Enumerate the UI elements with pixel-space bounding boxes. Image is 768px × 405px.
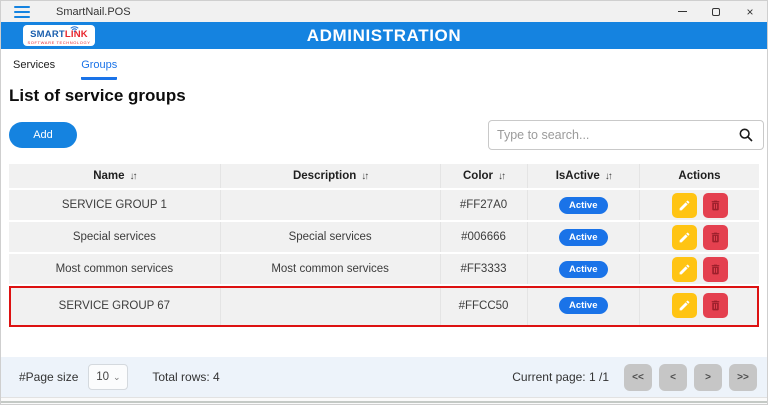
page-title: ADMINISTRATION [306, 25, 462, 45]
cell-name: SERVICE GROUP 67 [58, 299, 171, 312]
pencil-icon [679, 232, 689, 242]
pagination-footer: #Page size 10 ⌄ Total rows: 4 Current pa… [1, 357, 767, 397]
maximize-icon [712, 7, 720, 16]
cell-description: Most common services [219, 254, 440, 284]
cell-isactive: Active [526, 222, 640, 252]
tab-bar: Services Groups [1, 49, 767, 80]
column-header-isactive[interactable]: IsActive ↓↑ [526, 164, 640, 188]
cell-actions [639, 190, 759, 220]
active-badge: Active [558, 260, 608, 278]
column-header-color[interactable]: Color ↓↑ [439, 164, 527, 188]
logo-text: SMARTLINK [30, 28, 88, 40]
page-size-label: #Page size [19, 370, 79, 384]
search-icon [739, 128, 753, 142]
cell-name: Most common services [55, 263, 174, 275]
next-page-button[interactable]: > [694, 363, 722, 391]
app-header: SMARTLINK SOFTWARE TECHNOLOGY ADMINISTRA… [1, 22, 767, 49]
close-icon: × [746, 4, 754, 19]
delete-button[interactable] [702, 256, 728, 282]
cell-actions [639, 286, 759, 325]
cell-color: #FF3333 [439, 254, 527, 284]
page-size-select[interactable]: 10 ⌄ [88, 364, 129, 390]
pencil-icon [679, 200, 689, 210]
delete-button[interactable] [702, 192, 728, 218]
table-row[interactable]: Special services Special services #006666 A… [9, 222, 759, 254]
sort-icon: ↓↑ [361, 170, 369, 182]
cell-color: #FFCC50 [439, 286, 527, 325]
active-badge: Active [558, 297, 608, 314]
trash-icon [711, 232, 719, 242]
cell-isactive: Active [526, 286, 640, 325]
edit-button[interactable] [671, 256, 697, 282]
window-title: SmartNail.POS [56, 5, 131, 18]
service-groups-table: Name ↓↑ Description ↓↑ Color ↓↑ IsActive ↓↑ … [9, 164, 759, 327]
trash-icon [711, 300, 719, 311]
last-page-button[interactable]: >> [729, 363, 757, 391]
add-button[interactable]: Add [9, 122, 77, 148]
title-bar: SmartNail.POS × [1, 1, 767, 22]
search-input[interactable] [489, 128, 729, 142]
column-header-name[interactable]: Name ↓↑ [9, 164, 220, 188]
column-header-description[interactable]: Description ↓↑ [219, 164, 440, 188]
tab-services[interactable]: Services [13, 59, 55, 80]
edit-button[interactable] [671, 293, 697, 318]
table-row[interactable]: SERVICE GROUP 67 #FFCC50 Active [9, 286, 759, 327]
trash-icon [711, 200, 719, 210]
first-page-button[interactable]: << [624, 363, 652, 391]
minimize-button[interactable] [665, 1, 699, 22]
edit-button[interactable] [671, 224, 697, 250]
cell-name: SERVICE GROUP 1 [61, 199, 167, 211]
cell-color: #FF27A0 [439, 190, 527, 220]
current-page-label: Current page: 1 /1 [512, 370, 609, 384]
close-button[interactable]: × [733, 1, 767, 22]
table-row[interactable]: SERVICE GROUP 1 #FF27A0 Active [9, 190, 759, 222]
active-badge: Active [558, 196, 608, 214]
cell-actions [639, 254, 759, 284]
cell-isactive: Active [526, 254, 640, 284]
table-header: Name ↓↑ Description ↓↑ Color ↓↑ IsActive ↓↑ … [9, 164, 759, 190]
section-heading: List of service groups [9, 86, 186, 105]
controls-row: Add [1, 106, 767, 150]
cell-name: Special services [72, 231, 156, 243]
cell-isactive: Active [526, 190, 640, 220]
prev-page-button[interactable]: < [659, 363, 687, 391]
tab-groups[interactable]: Groups [81, 59, 118, 80]
chevron-down-icon: ⌄ [113, 371, 121, 382]
delete-button[interactable] [702, 224, 728, 250]
cell-actions [639, 222, 759, 252]
edit-button[interactable] [671, 192, 697, 218]
sort-icon: ↓↑ [498, 170, 506, 182]
hamburger-menu-icon[interactable] [14, 5, 30, 18]
pencil-icon [679, 264, 689, 274]
total-rows-label: Total rows: 4 [152, 370, 220, 384]
delete-button[interactable] [702, 293, 728, 318]
search-box [488, 120, 764, 150]
trash-icon [711, 264, 719, 274]
cell-color: #006666 [439, 222, 527, 252]
active-badge: Active [558, 228, 608, 246]
maximize-button[interactable] [699, 1, 733, 22]
cell-description [219, 190, 440, 220]
cell-description: Special services [219, 222, 440, 252]
logo-subtitle: SOFTWARE TECHNOLOGY [27, 39, 91, 45]
pencil-icon [679, 300, 689, 311]
table-body: SERVICE GROUP 1 #FF27A0 Active Special serv… [9, 190, 759, 327]
minimize-icon [677, 11, 687, 12]
cell-description [219, 286, 440, 325]
sort-icon: ↓↑ [604, 170, 613, 182]
wifi-icon [70, 26, 79, 32]
window-bottom-edge [1, 397, 767, 404]
sort-icon: ↓↑ [129, 170, 138, 182]
smartlink-logo: SMARTLINK SOFTWARE TECHNOLOGY [23, 25, 95, 46]
search-button[interactable] [729, 121, 763, 149]
table-row[interactable]: Most common services Most common services… [9, 254, 759, 286]
column-header-actions: Actions [639, 164, 759, 188]
